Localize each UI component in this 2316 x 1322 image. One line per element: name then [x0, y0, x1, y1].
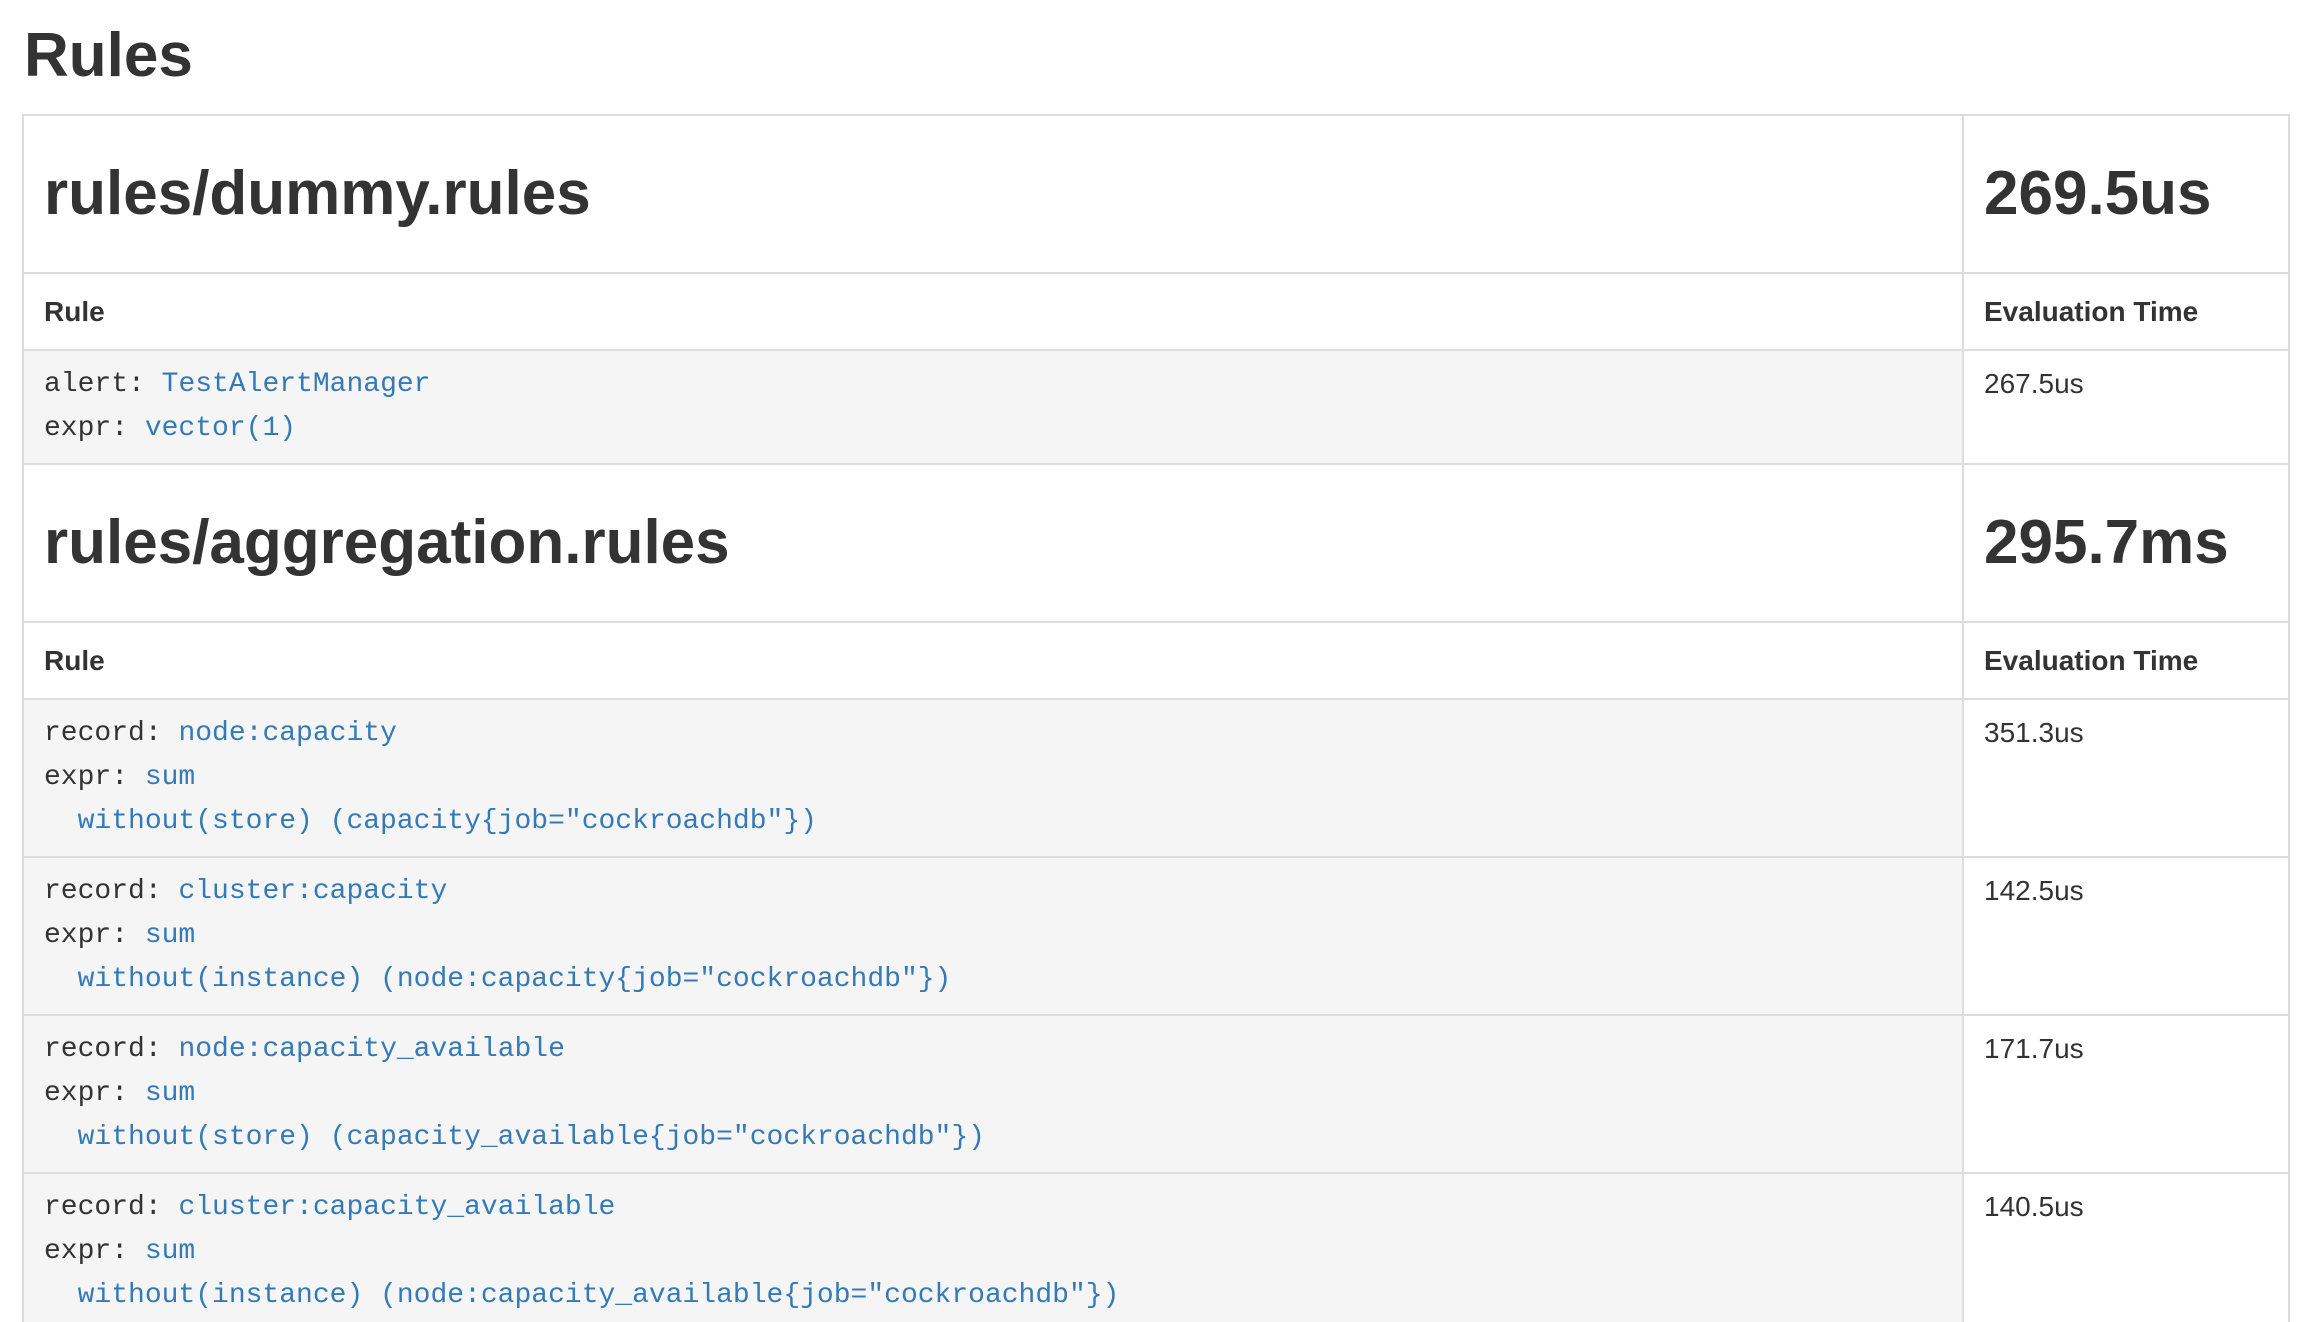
column-header-row: Rule Evaluation Time	[23, 622, 2289, 699]
eval-time-cell: 140.5us	[1963, 1173, 2289, 1322]
rule-expr-link[interactable]: sum without(store) (capacity_available{j…	[44, 1078, 985, 1153]
eval-time-cell: 171.7us	[1963, 1015, 2289, 1173]
expr-label: expr:	[44, 1236, 128, 1267]
rule-expr-link[interactable]: sum without(instance) (node:capacity_ava…	[44, 1236, 1119, 1311]
rules-table: rules/dummy.rules 269.5us Rule Evaluatio…	[22, 114, 2290, 1322]
rule-kind-label: alert:	[44, 369, 145, 400]
page-title: Rules	[24, 20, 2290, 92]
rule-expr-link[interactable]: sum without(instance) (node:capacity{job…	[44, 920, 951, 995]
expr-label: expr:	[44, 1078, 128, 1109]
rule-row: alert: TestAlertManager expr: vector(1) …	[23, 350, 2289, 464]
rule-code-cell: record: node:capacity_available expr: su…	[23, 1015, 1963, 1173]
rule-column-header: Rule	[23, 622, 1963, 699]
rule-expr-link[interactable]: vector(1)	[145, 413, 296, 444]
rule-name-link[interactable]: cluster:capacity_available	[178, 1192, 615, 1223]
rule-code-cell: alert: TestAlertManager expr: vector(1)	[23, 350, 1963, 464]
rule-name-link[interactable]: TestAlertManager	[162, 369, 431, 400]
expr-label: expr:	[44, 920, 128, 951]
column-header-row: Rule Evaluation Time	[23, 273, 2289, 350]
eval-time-column-header: Evaluation Time	[1963, 622, 2289, 699]
rule-code-cell: record: node:capacity expr: sum without(…	[23, 699, 1963, 857]
rule-kind-label: record:	[44, 718, 162, 749]
rule-code-cell: record: cluster:capacity_available expr:…	[23, 1173, 1963, 1322]
rule-row: record: node:capacity expr: sum without(…	[23, 699, 2289, 857]
group-header-row: rules/aggregation.rules 295.7ms	[23, 464, 2289, 622]
rule-kind-label: record:	[44, 1034, 162, 1065]
rule-name-link[interactable]: node:capacity_available	[178, 1034, 564, 1065]
eval-time-cell: 267.5us	[1963, 350, 2289, 464]
rule-row: record: cluster:capacity_available expr:…	[23, 1173, 2289, 1322]
rule-name-link[interactable]: node:capacity	[178, 718, 396, 749]
rule-code-cell: record: cluster:capacity expr: sum witho…	[23, 857, 1963, 1015]
eval-time-cell: 142.5us	[1963, 857, 2289, 1015]
rule-expr-link[interactable]: sum without(store) (capacity{job="cockro…	[44, 762, 817, 837]
group-eval-time: 269.5us	[1963, 115, 2289, 273]
rule-column-header: Rule	[23, 273, 1963, 350]
rule-row: record: node:capacity_available expr: su…	[23, 1015, 2289, 1173]
expr-label: expr:	[44, 762, 128, 793]
group-file-name: rules/aggregation.rules	[23, 464, 1963, 622]
expr-label: expr:	[44, 413, 128, 444]
group-header-row: rules/dummy.rules 269.5us	[23, 115, 2289, 273]
rule-kind-label: record:	[44, 876, 162, 907]
rule-row: record: cluster:capacity expr: sum witho…	[23, 857, 2289, 1015]
group-file-name: rules/dummy.rules	[23, 115, 1963, 273]
eval-time-column-header: Evaluation Time	[1963, 273, 2289, 350]
rule-name-link[interactable]: cluster:capacity	[178, 876, 447, 907]
group-eval-time: 295.7ms	[1963, 464, 2289, 622]
eval-time-cell: 351.3us	[1963, 699, 2289, 857]
rule-kind-label: record:	[44, 1192, 162, 1223]
